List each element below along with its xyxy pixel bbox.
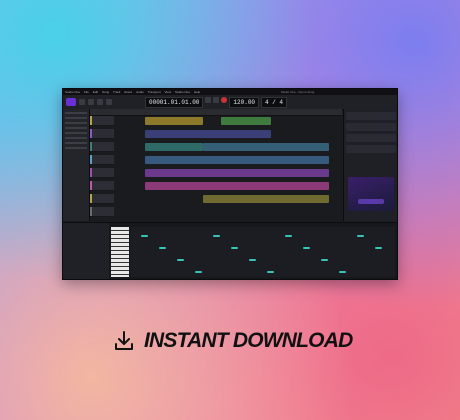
track-color-strip (90, 194, 92, 203)
audio-clip[interactable] (203, 195, 330, 203)
track-row[interactable] (90, 181, 342, 191)
browser-item[interactable] (65, 132, 87, 134)
browser-item[interactable] (65, 122, 87, 124)
menu-event[interactable]: Event (124, 90, 132, 94)
panel-item[interactable] (346, 123, 396, 131)
browser-item[interactable] (65, 112, 87, 114)
menu-view[interactable]: View (165, 90, 171, 94)
audio-clip[interactable] (145, 130, 272, 138)
track-color-strip (90, 181, 92, 190)
browser-item[interactable] (65, 117, 87, 119)
midi-note[interactable] (177, 259, 184, 261)
track-row[interactable] (90, 168, 342, 178)
track-header[interactable] (90, 168, 114, 178)
editor-inspector (63, 223, 109, 279)
signature-display: 4 / 4 (261, 96, 288, 108)
audio-clip[interactable] (203, 143, 330, 151)
midi-note[interactable] (195, 271, 202, 273)
menu-song[interactable]: Song (102, 90, 109, 94)
timeline-ruler[interactable] (90, 109, 342, 116)
track-color-strip (90, 142, 92, 151)
midi-note[interactable] (285, 235, 292, 237)
track-header[interactable] (90, 116, 114, 126)
note-grid[interactable] (131, 227, 395, 277)
track-color-strip (90, 207, 92, 216)
midi-note[interactable] (357, 235, 364, 237)
midi-note[interactable] (303, 247, 310, 249)
tool-eraser-icon[interactable] (106, 99, 112, 105)
panel-item[interactable] (346, 134, 396, 142)
menu-edit[interactable]: Edit (93, 90, 98, 94)
arrangement-view[interactable] (90, 109, 342, 221)
cta-label: INSTANT DOWNLOAD (144, 329, 353, 352)
play-icon[interactable] (205, 96, 212, 103)
midi-note[interactable] (339, 271, 346, 273)
promo-card (348, 177, 394, 211)
audio-clip[interactable] (145, 156, 330, 164)
instant-download-cta[interactable]: INSTANT DOWNLOAD (114, 329, 353, 353)
midi-note[interactable] (231, 247, 238, 249)
browser-item[interactable] (65, 147, 87, 149)
audio-clip[interactable] (145, 143, 204, 151)
audio-clip[interactable] (145, 169, 330, 177)
app-label: Studio One (65, 90, 81, 94)
menu-bar: Studio One File Edit Song Track Event Au… (65, 90, 200, 94)
panel-item[interactable] (346, 112, 396, 120)
download-icon (115, 331, 133, 350)
audio-clip[interactable] (145, 117, 204, 125)
time-display: 00001.01.01.00 (145, 96, 204, 108)
track-header[interactable] (90, 155, 114, 165)
track-row[interactable] (90, 207, 342, 217)
track-row[interactable] (90, 194, 342, 204)
browser-item[interactable] (65, 142, 87, 144)
menu-studio-one[interactable]: Studio One (175, 90, 190, 94)
promo-button[interactable] (358, 199, 384, 204)
menu-track[interactable]: Track (113, 90, 120, 94)
midi-note[interactable] (267, 271, 274, 273)
transport: 00001.01.01.00 120.00 4 / 4 (145, 96, 288, 108)
midi-note[interactable] (159, 247, 166, 249)
app-logo-icon[interactable] (66, 98, 76, 106)
track-row[interactable] (90, 129, 342, 139)
panel-item[interactable] (346, 145, 396, 153)
track-color-strip (90, 116, 92, 125)
tool-range-icon[interactable] (88, 99, 94, 105)
track-row[interactable] (90, 142, 342, 152)
menu-transport[interactable]: Transport (148, 90, 161, 94)
track-header[interactable] (90, 142, 114, 152)
stop-icon[interactable] (213, 96, 220, 103)
track-header[interactable] (90, 207, 114, 217)
track-header[interactable] (90, 181, 114, 191)
browser-item[interactable] (65, 137, 87, 139)
track-row[interactable] (90, 116, 342, 126)
browser-panel (63, 109, 90, 221)
piano-keys[interactable] (111, 227, 129, 277)
right-panel (343, 109, 397, 221)
browser-item[interactable] (65, 127, 87, 129)
midi-note[interactable] (375, 247, 382, 249)
midi-note[interactable] (141, 235, 148, 237)
track-color-strip (90, 129, 92, 138)
window-title: Studio One - Demo Song (280, 90, 315, 94)
midi-note[interactable] (213, 235, 220, 237)
track-row[interactable] (90, 155, 342, 165)
midi-note[interactable] (249, 259, 256, 261)
tool-split-icon[interactable] (97, 99, 103, 105)
editor-panel (63, 222, 397, 279)
track-header[interactable] (90, 194, 114, 204)
audio-clip[interactable] (145, 182, 330, 190)
tool-arrow-icon[interactable] (79, 99, 85, 105)
record-icon[interactable] (221, 96, 228, 103)
menu-audio[interactable]: Audio (136, 90, 144, 94)
menu-file[interactable]: File (84, 90, 89, 94)
tempo-display: 120.00 (229, 96, 260, 108)
daw-window: Studio One File Edit Song Track Event Au… (62, 88, 398, 280)
audio-clip[interactable] (221, 117, 272, 125)
track-color-strip (90, 155, 92, 164)
track-header[interactable] (90, 129, 114, 139)
midi-note[interactable] (321, 259, 328, 261)
toolbar: 00001.01.01.00 120.00 4 / 4 (63, 95, 397, 110)
track-color-strip (90, 168, 92, 177)
